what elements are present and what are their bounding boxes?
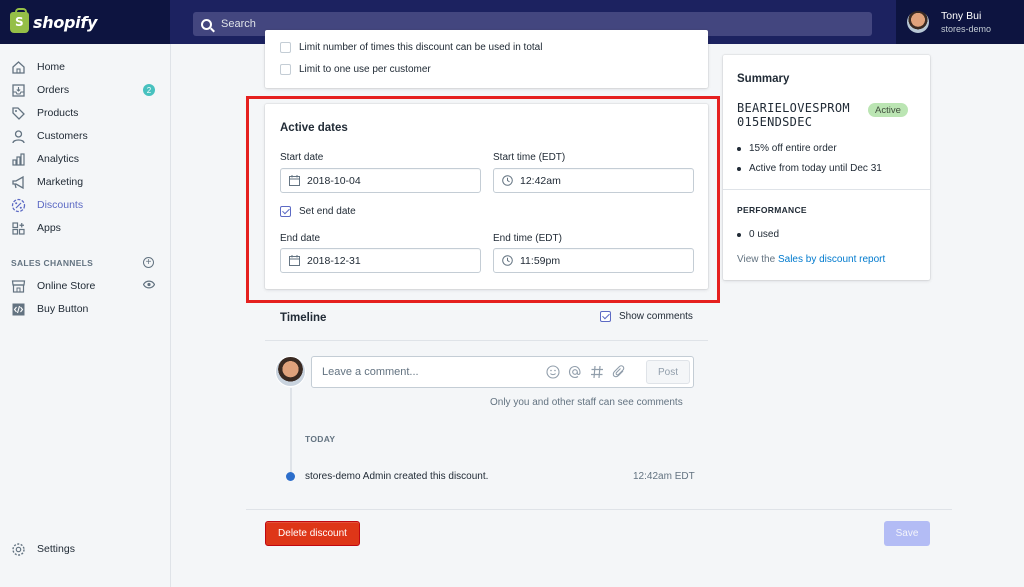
limit-customer-checkbox[interactable]: Limit to one use per customer <box>280 64 431 75</box>
checkbox-checked[interactable] <box>600 311 611 322</box>
code-icon <box>11 302 26 317</box>
footer-divider <box>246 509 952 510</box>
hashtag-icon[interactable] <box>590 365 604 382</box>
sidebar-item-discounts[interactable]: Discounts <box>11 195 161 215</box>
checkbox-label: Show comments <box>619 311 693 322</box>
timeline-title: Timeline <box>280 312 327 324</box>
discount-icon <box>11 198 26 213</box>
show-comments-checkbox[interactable]: Show comments <box>600 311 693 322</box>
comment-toolbar <box>546 365 626 382</box>
summary-title: Summary <box>737 73 790 85</box>
sidebar-item-apps[interactable]: Apps <box>11 218 161 238</box>
sidebar-item-label: Analytics <box>37 153 80 165</box>
home-icon <box>11 60 26 75</box>
analytics-icon <box>11 152 26 167</box>
sidebar-item-settings[interactable]: Settings <box>11 539 161 559</box>
timeline-event-dot <box>286 472 295 481</box>
discount-code-line: 015ENDSDEC <box>737 115 813 129</box>
checkbox-label: Limit to one use per customer <box>299 64 431 75</box>
sales-report-link[interactable]: Sales by discount report <box>778 254 885 265</box>
sidebar-item-buy-button[interactable]: Buy Button <box>11 299 161 319</box>
shopify-bag-icon <box>10 7 29 33</box>
sidebar-item-orders[interactable]: Orders 2 <box>11 80 161 100</box>
comment-placeholder: Leave a comment... <box>322 366 419 378</box>
store-name: stores-demo <box>941 24 992 34</box>
orders-icon <box>11 83 26 98</box>
tag-icon <box>11 106 26 121</box>
timeline-day-heading: TODAY <box>305 434 336 444</box>
comment-input[interactable]: Leave a comment... <box>311 356 694 388</box>
orders-count-badge: 2 <box>143 84 155 96</box>
save-button[interactable]: Save <box>884 521 930 546</box>
summary-divider <box>723 189 930 190</box>
timeline-line <box>290 388 292 478</box>
performance-heading: PERFORMANCE <box>737 205 807 215</box>
checkbox[interactable] <box>280 42 291 53</box>
avatar <box>275 356 306 387</box>
sidebar-item-label: Apps <box>37 222 61 234</box>
megaphone-icon <box>11 175 26 190</box>
app-frame: shopify Search Tony Bui stores-demo Home… <box>0 0 1024 587</box>
avatar <box>907 11 929 33</box>
sidebar-item-label: Products <box>37 107 79 119</box>
timeline-divider <box>265 340 708 341</box>
checkbox[interactable] <box>280 64 291 75</box>
sales-channels-heading: SALES CHANNELS <box>11 258 94 268</box>
emoji-icon[interactable] <box>546 365 560 382</box>
sidebar-item-products[interactable]: Products <box>11 103 161 123</box>
limit-total-checkbox[interactable]: Limit number of times this discount can … <box>280 42 542 53</box>
search-placeholder: Search <box>221 18 256 30</box>
sidebar-item-label: Home <box>37 61 66 73</box>
sidebar-item-home[interactable]: Home <box>11 57 161 77</box>
report-prefix: View the <box>737 254 776 265</box>
summary-detail: Active from today until Dec 31 <box>737 163 882 174</box>
user-menu[interactable]: Tony Bui stores-demo <box>896 0 1024 44</box>
report-line: View the Sales by discount report <box>737 254 885 265</box>
checkbox-label: Limit number of times this discount can … <box>299 42 543 53</box>
search-icon <box>201 18 212 30</box>
mention-icon[interactable] <box>568 365 582 382</box>
timeline-event-time: 12:42am EDT <box>633 471 695 482</box>
post-button[interactable]: Post <box>646 360 690 384</box>
sidebar-item-label: Buy Button <box>37 303 89 315</box>
eye-icon[interactable] <box>142 280 156 292</box>
status-badge: Active <box>868 103 908 117</box>
discount-code-line: BEARIELOVESPROM <box>737 101 850 115</box>
delete-discount-button[interactable]: Delete discount <box>265 521 360 546</box>
summary-detail: 15% off entire order <box>737 143 837 154</box>
sidebar-item-online-store[interactable]: Online Store <box>11 276 161 296</box>
sidebar-item-analytics[interactable]: Analytics <box>11 149 161 169</box>
discount-code: BEARIELOVESPROM 015ENDSDEC <box>737 101 850 129</box>
sidebar-item-label: Settings <box>37 543 75 555</box>
customer-icon <box>11 129 26 144</box>
sidebar: Home Orders 2 Products Customers Analyti… <box>0 44 171 587</box>
staff-note: Only you and other staff can see comment… <box>490 397 683 408</box>
timeline-event-text: stores-demo Admin created this discount. <box>305 471 489 482</box>
store-icon <box>11 279 26 294</box>
sidebar-item-label: Discounts <box>37 199 84 211</box>
sidebar-item-label: Online Store <box>37 280 96 292</box>
paperclip-icon[interactable] <box>612 365 626 382</box>
apps-icon <box>11 221 26 236</box>
highlight-frame <box>246 96 720 303</box>
brand-name: shopify <box>33 12 98 32</box>
sidebar-item-marketing[interactable]: Marketing <box>11 172 161 192</box>
user-name: Tony Bui <box>941 10 982 22</box>
sidebar-item-label: Customers <box>37 130 88 142</box>
usage-count: 0 used <box>737 229 779 240</box>
gear-icon <box>11 542 26 557</box>
shopify-logo[interactable]: shopify <box>0 0 170 44</box>
usage-limits-card <box>265 30 708 88</box>
sidebar-item-label: Orders <box>37 84 70 96</box>
sidebar-item-label: Marketing <box>37 176 84 188</box>
add-channel-icon[interactable]: + <box>143 257 154 268</box>
sidebar-item-customers[interactable]: Customers <box>11 126 161 146</box>
